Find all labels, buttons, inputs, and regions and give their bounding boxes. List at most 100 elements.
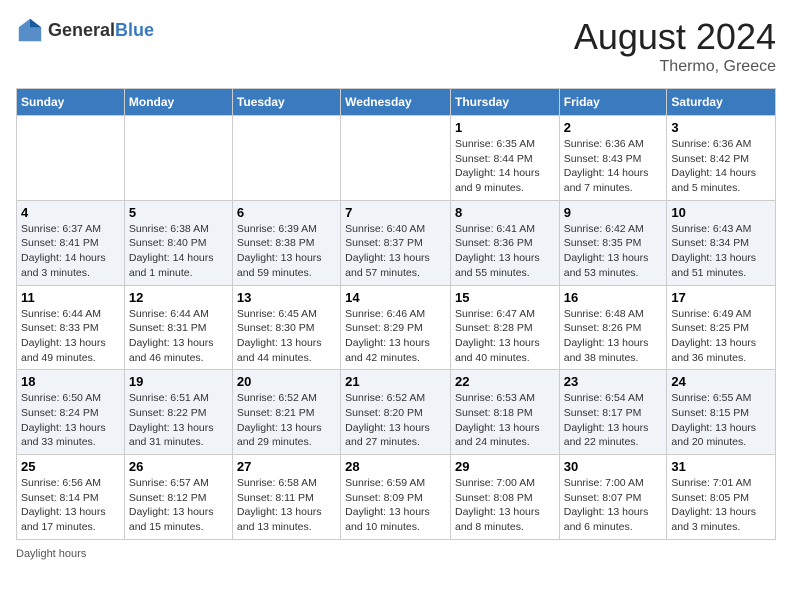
day-info: Sunrise: 6:59 AM Sunset: 8:09 PM Dayligh… <box>345 476 446 535</box>
day-info: Sunrise: 6:42 AM Sunset: 8:35 PM Dayligh… <box>564 222 663 281</box>
logo: GeneralBlue <box>16 16 154 44</box>
day-info: Sunrise: 6:51 AM Sunset: 8:22 PM Dayligh… <box>129 391 228 450</box>
day-number: 7 <box>345 205 446 220</box>
day-number: 6 <box>237 205 336 220</box>
calendar-cell: 31 Sunrise: 7:01 AM Sunset: 8:05 PM Dayli… <box>667 455 776 540</box>
calendar-cell: 6 Sunrise: 6:39 AM Sunset: 8:38 PM Daylig… <box>232 200 340 285</box>
day-info: Sunrise: 6:53 AM Sunset: 8:18 PM Dayligh… <box>455 391 555 450</box>
day-number: 23 <box>564 374 663 389</box>
day-number: 31 <box>671 459 771 474</box>
calendar-cell: 4Sunrise: 6:37 AM Sunset: 8:41 PM Daylig… <box>17 200 125 285</box>
day-info: Sunrise: 7:00 AM Sunset: 8:07 PM Dayligh… <box>564 476 663 535</box>
calendar-cell: 3 Sunrise: 6:36 AM Sunset: 8:42 PM Daylig… <box>667 116 776 201</box>
calendar-body: 1Sunrise: 6:35 AM Sunset: 8:44 PM Daylig… <box>17 116 776 540</box>
day-info: Sunrise: 6:47 AM Sunset: 8:28 PM Dayligh… <box>455 307 555 366</box>
calendar-cell: 7Sunrise: 6:40 AM Sunset: 8:37 PM Daylig… <box>341 200 451 285</box>
calendar-cell: 22 Sunrise: 6:53 AM Sunset: 8:18 PM Dayli… <box>450 370 559 455</box>
day-info: Sunrise: 6:54 AM Sunset: 8:17 PM Dayligh… <box>564 391 663 450</box>
day-number: 15 <box>455 290 555 305</box>
calendar-week-3: 11 Sunrise: 6:44 AM Sunset: 8:33 PM Dayli… <box>17 285 776 370</box>
day-info: Sunrise: 6:56 AM Sunset: 8:14 PM Dayligh… <box>21 476 120 535</box>
day-info: Sunrise: 6:39 AM Sunset: 8:38 PM Dayligh… <box>237 222 336 281</box>
logo-text: GeneralBlue <box>48 20 154 41</box>
page-header: GeneralBlue August 2024 Thermo, Greece <box>16 16 776 76</box>
day-number: 21 <box>345 374 446 389</box>
day-info: Sunrise: 6:44 AM Sunset: 8:31 PM Dayligh… <box>129 307 228 366</box>
day-number: 30 <box>564 459 663 474</box>
day-headers-row: SundayMondayTuesdayWednesdayThursdayFrid… <box>17 89 776 116</box>
day-number: 5 <box>129 205 228 220</box>
calendar-cell: 11 Sunrise: 6:44 AM Sunset: 8:33 PM Dayli… <box>17 285 125 370</box>
day-info: Sunrise: 6:55 AM Sunset: 8:15 PM Dayligh… <box>671 391 771 450</box>
calendar-cell: 27 Sunrise: 6:58 AM Sunset: 8:11 PM Dayli… <box>232 455 340 540</box>
calendar-week-1: 1Sunrise: 6:35 AM Sunset: 8:44 PM Daylig… <box>17 116 776 201</box>
day-number: 19 <box>129 374 228 389</box>
calendar-cell: 9 Sunrise: 6:42 AM Sunset: 8:35 PM Daylig… <box>559 200 667 285</box>
calendar-cell: 5 Sunrise: 6:38 AM Sunset: 8:40 PM Daylig… <box>124 200 232 285</box>
day-info: Sunrise: 6:45 AM Sunset: 8:30 PM Dayligh… <box>237 307 336 366</box>
calendar-cell: 10Sunrise: 6:43 AM Sunset: 8:34 PM Dayli… <box>667 200 776 285</box>
day-info: Sunrise: 6:36 AM Sunset: 8:42 PM Dayligh… <box>671 137 771 196</box>
calendar-cell: 1Sunrise: 6:35 AM Sunset: 8:44 PM Daylig… <box>450 116 559 201</box>
day-number: 9 <box>564 205 663 220</box>
day-number: 22 <box>455 374 555 389</box>
day-info: Sunrise: 6:44 AM Sunset: 8:33 PM Dayligh… <box>21 307 120 366</box>
calendar-cell: 2Sunrise: 6:36 AM Sunset: 8:43 PM Daylig… <box>559 116 667 201</box>
day-info: Sunrise: 6:37 AM Sunset: 8:41 PM Dayligh… <box>21 222 120 281</box>
day-number: 28 <box>345 459 446 474</box>
day-header-tuesday: Tuesday <box>232 89 340 116</box>
day-number: 17 <box>671 290 771 305</box>
calendar-cell: 18Sunrise: 6:50 AM Sunset: 8:24 PM Dayli… <box>17 370 125 455</box>
calendar-cell: 29 Sunrise: 7:00 AM Sunset: 8:08 PM Dayli… <box>450 455 559 540</box>
calendar-cell <box>17 116 125 201</box>
day-number: 14 <box>345 290 446 305</box>
day-info: Sunrise: 7:00 AM Sunset: 8:08 PM Dayligh… <box>455 476 555 535</box>
calendar-cell: 16Sunrise: 6:48 AM Sunset: 8:26 PM Dayli… <box>559 285 667 370</box>
logo-blue: Blue <box>115 20 154 40</box>
daylight-label: Daylight hours <box>16 548 86 560</box>
calendar-cell: 8Sunrise: 6:41 AM Sunset: 8:36 PM Daylig… <box>450 200 559 285</box>
location: Thermo, Greece <box>574 58 776 76</box>
day-header-saturday: Saturday <box>667 89 776 116</box>
day-info: Sunrise: 6:50 AM Sunset: 8:24 PM Dayligh… <box>21 391 120 450</box>
calendar-cell: 25 Sunrise: 6:56 AM Sunset: 8:14 PM Dayli… <box>17 455 125 540</box>
calendar-cell: 21 Sunrise: 6:52 AM Sunset: 8:20 PM Dayli… <box>341 370 451 455</box>
day-number: 25 <box>21 459 120 474</box>
day-number: 12 <box>129 290 228 305</box>
calendar-cell <box>232 116 340 201</box>
calendar-cell: 28 Sunrise: 6:59 AM Sunset: 8:09 PM Dayli… <box>341 455 451 540</box>
day-number: 1 <box>455 120 555 135</box>
calendar-cell <box>341 116 451 201</box>
calendar-table: SundayMondayTuesdayWednesdayThursdayFrid… <box>16 88 776 540</box>
day-number: 11 <box>21 290 120 305</box>
day-header-wednesday: Wednesday <box>341 89 451 116</box>
day-info: Sunrise: 6:57 AM Sunset: 8:12 PM Dayligh… <box>129 476 228 535</box>
calendar-week-4: 18Sunrise: 6:50 AM Sunset: 8:24 PM Dayli… <box>17 370 776 455</box>
calendar-cell: 13Sunrise: 6:45 AM Sunset: 8:30 PM Dayli… <box>232 285 340 370</box>
day-header-monday: Monday <box>124 89 232 116</box>
calendar-cell: 15 Sunrise: 6:47 AM Sunset: 8:28 PM Dayli… <box>450 285 559 370</box>
day-number: 27 <box>237 459 336 474</box>
day-info: Sunrise: 6:58 AM Sunset: 8:11 PM Dayligh… <box>237 476 336 535</box>
day-info: Sunrise: 6:52 AM Sunset: 8:20 PM Dayligh… <box>345 391 446 450</box>
day-number: 10 <box>671 205 771 220</box>
day-number: 2 <box>564 120 663 135</box>
day-number: 3 <box>671 120 771 135</box>
calendar-cell: 12 Sunrise: 6:44 AM Sunset: 8:31 PM Dayli… <box>124 285 232 370</box>
calendar-cell: 17Sunrise: 6:49 AM Sunset: 8:25 PM Dayli… <box>667 285 776 370</box>
day-header-friday: Friday <box>559 89 667 116</box>
calendar-cell: 23 Sunrise: 6:54 AM Sunset: 8:17 PM Dayli… <box>559 370 667 455</box>
day-info: Sunrise: 6:48 AM Sunset: 8:26 PM Dayligh… <box>564 307 663 366</box>
calendar-week-2: 4Sunrise: 6:37 AM Sunset: 8:41 PM Daylig… <box>17 200 776 285</box>
calendar-week-5: 25 Sunrise: 6:56 AM Sunset: 8:14 PM Dayli… <box>17 455 776 540</box>
calendar-cell <box>124 116 232 201</box>
day-info: Sunrise: 7:01 AM Sunset: 8:05 PM Dayligh… <box>671 476 771 535</box>
day-number: 24 <box>671 374 771 389</box>
day-number: 8 <box>455 205 555 220</box>
day-header-thursday: Thursday <box>450 89 559 116</box>
month-year: August 2024 <box>574 16 776 58</box>
day-info: Sunrise: 6:38 AM Sunset: 8:40 PM Dayligh… <box>129 222 228 281</box>
day-info: Sunrise: 6:52 AM Sunset: 8:21 PM Dayligh… <box>237 391 336 450</box>
day-number: 29 <box>455 459 555 474</box>
day-number: 20 <box>237 374 336 389</box>
